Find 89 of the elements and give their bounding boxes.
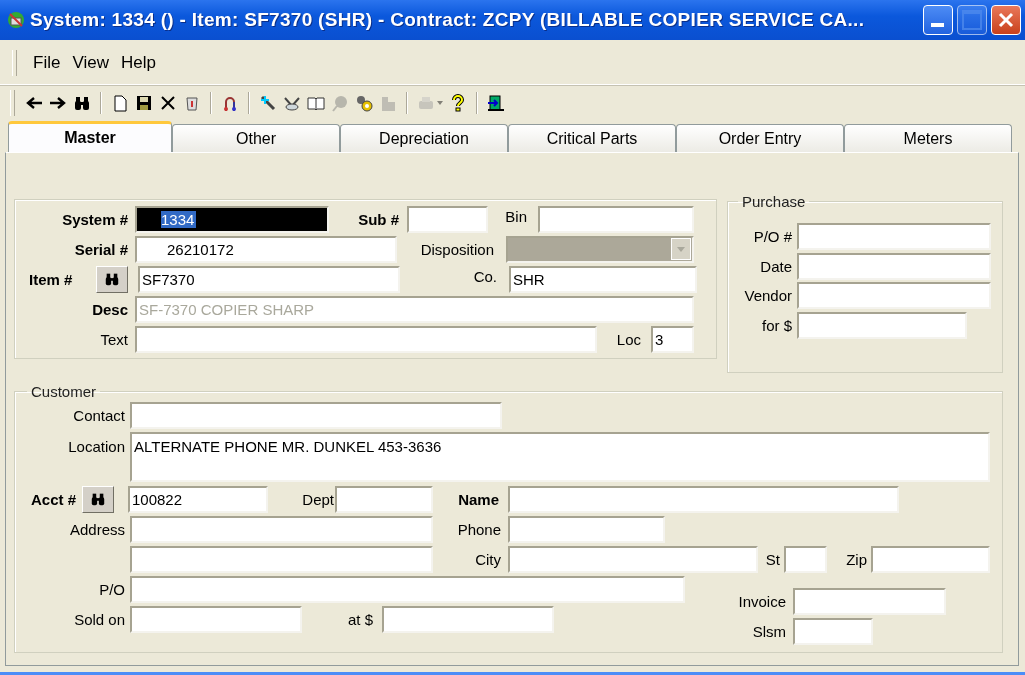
department-field[interactable]: [335, 485, 433, 513]
zip-field[interactable]: [871, 545, 990, 573]
salesman-field[interactable]: [793, 617, 873, 645]
system-field[interactable]: 1334: [135, 205, 329, 233]
field-label: for $: [761, 316, 792, 334]
account-field[interactable]: 100822: [128, 485, 268, 513]
field-label: Address: [68, 520, 125, 538]
po-field[interactable]: [130, 575, 685, 603]
exit-door-icon[interactable]: [487, 94, 505, 112]
field-label: Desc: [91, 300, 128, 318]
question-mark-icon[interactable]: [449, 94, 467, 112]
find-button[interactable]: [96, 265, 128, 293]
address-field[interactable]: [130, 545, 433, 573]
field-label: Disposition: [419, 240, 494, 258]
tab[interactable]: Depreciation: [340, 124, 508, 152]
find-button[interactable]: [82, 485, 115, 513]
company-field[interactable]: SHR: [509, 265, 697, 293]
field-label: Item #: [29, 270, 73, 288]
field-label: Date: [759, 257, 792, 275]
location-field[interactable]: ALTERNATE PHONE MR. DUNKEL 453-3636: [130, 432, 990, 482]
minimize-button[interactable]: [923, 5, 953, 35]
field-label: Sold on: [73, 610, 125, 628]
field-label: Loc: [615, 330, 641, 348]
input-field[interactable]: [797, 223, 991, 251]
tab[interactable]: Master: [8, 121, 172, 152]
input-field[interactable]: [797, 252, 991, 280]
arrow-right-icon[interactable]: [49, 94, 67, 112]
input-field[interactable]: [797, 282, 991, 310]
field-label: Contact: [72, 406, 125, 424]
field-label: P/O: [98, 580, 125, 598]
phone-field[interactable]: [508, 515, 665, 543]
bin-icon[interactable]: [183, 94, 201, 112]
menu-item[interactable]: View: [72, 53, 109, 73]
document-icon[interactable]: [111, 94, 129, 112]
binoculars-icon[interactable]: [73, 94, 91, 112]
binoculars-icon: [104, 271, 120, 287]
field-label: Text: [99, 330, 128, 348]
field-label: Location: [67, 437, 125, 455]
tab[interactable]: Meters: [844, 124, 1012, 152]
field-label: P/O #: [752, 228, 792, 246]
field-label: Slsm: [751, 622, 786, 640]
text-field[interactable]: [135, 325, 597, 353]
sub-field[interactable]: [407, 205, 488, 233]
menu-item[interactable]: File: [33, 53, 61, 73]
book-icon[interactable]: [307, 94, 325, 112]
group-title: Purchase: [741, 193, 807, 210]
contact-field[interactable]: [130, 401, 502, 429]
field-label: Serial #: [73, 240, 128, 258]
field-label: Bin: [504, 207, 527, 225]
field-label: Phone: [456, 520, 501, 538]
field-label: City: [474, 550, 501, 568]
sold-on-field[interactable]: [130, 605, 302, 633]
address-field[interactable]: [130, 515, 433, 543]
field-label: Acct #: [31, 490, 77, 508]
bin-field[interactable]: [538, 205, 694, 233]
field-label: Zip: [845, 550, 867, 568]
field-label: Dept: [301, 490, 334, 508]
serial-field[interactable]: 26210172: [135, 235, 397, 263]
cross-icon[interactable]: [159, 94, 177, 112]
location-field[interactable]: 3: [651, 325, 694, 353]
item-field[interactable]: SF7370: [138, 265, 400, 293]
menu-item[interactable]: Help: [120, 53, 156, 73]
field-label: Name: [457, 490, 499, 508]
caret-icon[interactable]: [437, 101, 443, 105]
window-title: System: 1334 () - Item: SF7370 (SHR) - Contract: ZCPY (BILLABLE COPIER SERVICE CA...: [30, 9, 866, 31]
tab[interactable]: Other: [172, 124, 340, 152]
field-label: Invoice: [737, 592, 786, 610]
field-label: at $: [346, 610, 373, 628]
field-label: Vendor: [743, 287, 792, 305]
close-button[interactable]: [991, 5, 1021, 35]
app-icon: [6, 10, 26, 30]
wrench-icon[interactable]: [259, 94, 277, 112]
tab[interactable]: Critical Parts: [508, 124, 676, 152]
field-label: Sub #: [357, 210, 399, 228]
selected-text: 1334: [161, 210, 197, 228]
state-field[interactable]: [784, 545, 827, 573]
arrow-left-icon[interactable]: [25, 94, 43, 112]
group-title: Customer: [30, 383, 98, 400]
price-field[interactable]: [382, 605, 554, 633]
input-field[interactable]: [797, 311, 967, 339]
binoculars-icon: [90, 491, 107, 507]
city-field[interactable]: [508, 545, 758, 573]
field-label: System #: [61, 210, 128, 228]
name-field[interactable]: [508, 485, 899, 513]
invoice-field[interactable]: [793, 587, 946, 615]
tab[interactable]: Order Entry: [676, 124, 844, 152]
maximize-button[interactable]: [957, 5, 987, 35]
field-label: St: [764, 550, 780, 568]
field-label: Co.: [472, 267, 497, 285]
